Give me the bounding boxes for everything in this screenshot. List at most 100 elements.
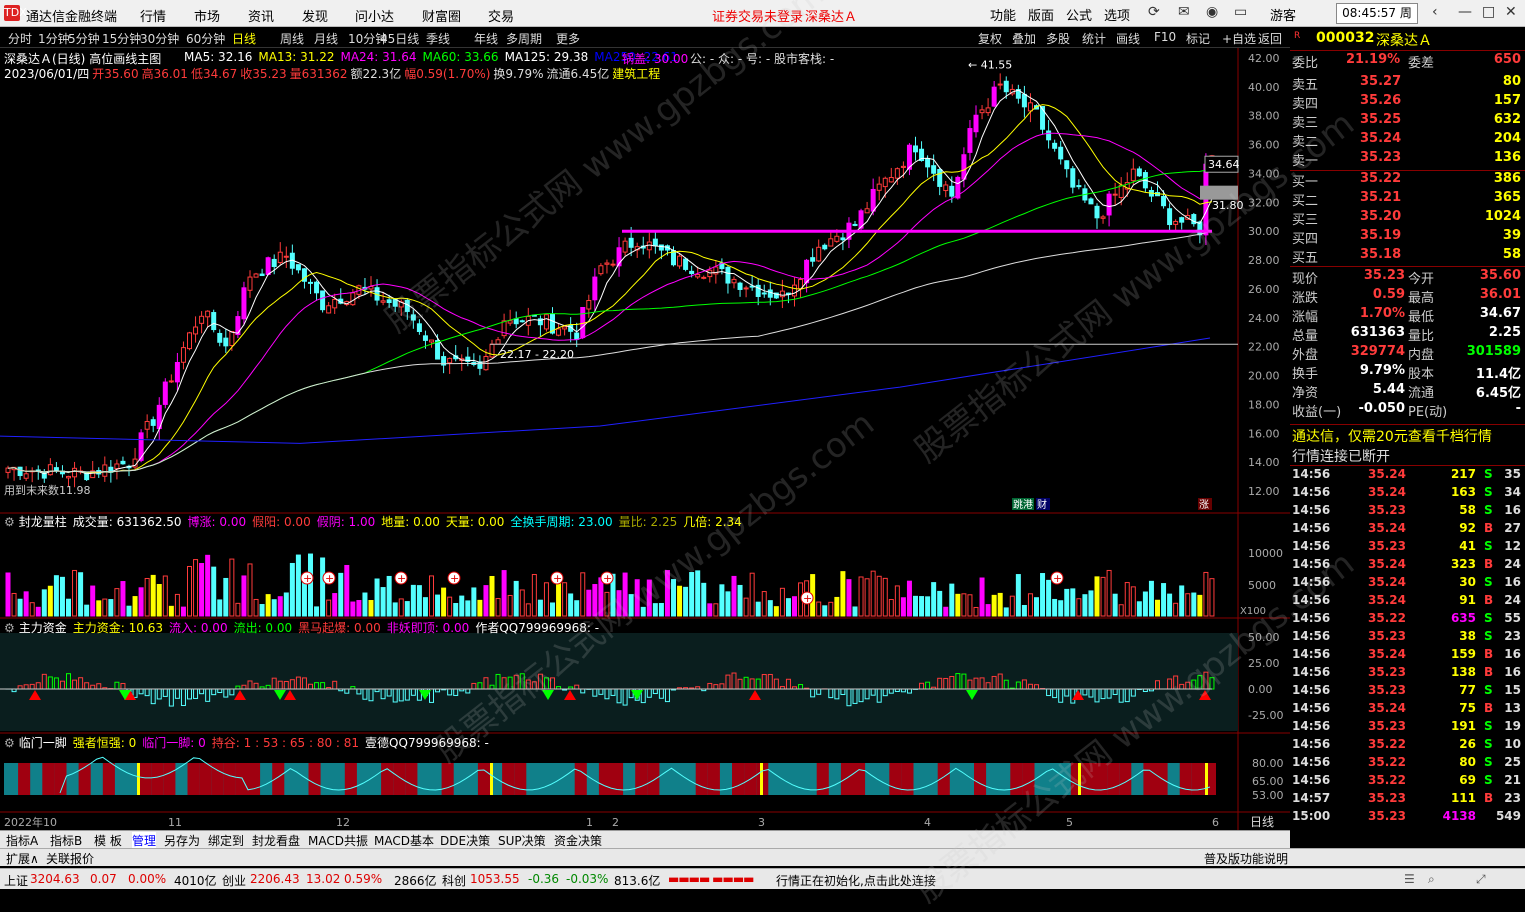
- period-tab[interactable]: 5分钟: [68, 30, 100, 47]
- disconnected-notice: 行情连接已断开: [1290, 446, 1525, 465]
- x-axis-period[interactable]: 日线: [1250, 815, 1274, 829]
- volume-bar: [1204, 572, 1208, 616]
- period-tab[interactable]: 60分钟: [186, 30, 225, 47]
- status-expand-icon[interactable]: ⤢: [1476, 872, 1486, 887]
- tool-button[interactable]: 复权: [978, 30, 1002, 47]
- tick-row: 14:5635.2338S23: [1290, 629, 1525, 647]
- menu-zixun[interactable]: 资讯: [248, 6, 274, 25]
- candle-body: [24, 474, 28, 478]
- tool-button[interactable]: 叠加: [1012, 30, 1036, 47]
- period-tab[interactable]: 45日线: [380, 30, 419, 47]
- panel-settings-icon[interactable]: ⚙: [4, 736, 15, 750]
- period-tab[interactable]: 30分钟: [140, 30, 179, 47]
- plus-marker-icon: +: [551, 572, 563, 585]
- price-tick-label: 16.00: [1248, 427, 1280, 440]
- indicator-tab[interactable]: 管理: [132, 832, 156, 849]
- period-tab[interactable]: 15分钟: [102, 30, 141, 47]
- candle-body: [284, 256, 288, 257]
- bid-row: 买四35.1939: [1290, 228, 1525, 247]
- volume-bar: [992, 595, 996, 616]
- foot-block: [188, 763, 200, 795]
- tool-button[interactable]: 返回: [1258, 30, 1282, 47]
- menu-hangqing[interactable]: 行情: [140, 6, 166, 25]
- menu-banmian[interactable]: 版面: [1028, 5, 1054, 24]
- menu-gongneng[interactable]: 功能: [990, 5, 1016, 24]
- period-tab[interactable]: 1分钟: [38, 30, 70, 47]
- panel-settings-icon[interactable]: ⚙: [4, 621, 15, 635]
- close-icon[interactable]: ✕: [1505, 4, 1517, 20]
- candle-body: [938, 170, 942, 187]
- back-icon[interactable]: ‹: [1432, 4, 1438, 20]
- menu-wenxiaoda[interactable]: 问小达: [355, 6, 394, 25]
- status-search-icon[interactable]: ⌕: [1428, 872, 1435, 887]
- related-quote-button[interactable]: 关联报价: [46, 850, 94, 867]
- period-tab[interactable]: 年线: [474, 30, 498, 47]
- indicator-tab[interactable]: MACD基本: [374, 832, 434, 849]
- tool-button[interactable]: 多股: [1046, 30, 1070, 47]
- indicator-tab[interactable]: 指标B: [50, 832, 82, 849]
- candle-body: [260, 274, 264, 275]
- flag-text: 财: [1037, 498, 1047, 511]
- status-kc-a: 813.6亿: [614, 872, 660, 889]
- status-kc-c: -0.36: [528, 872, 559, 886]
- screen-icon[interactable]: ▭: [1234, 4, 1247, 20]
- volume-bar: [823, 606, 827, 616]
- tool-button[interactable]: 画线: [1116, 30, 1140, 47]
- candle-body: [944, 185, 948, 191]
- indicator-tab[interactable]: 封龙看盘: [252, 832, 300, 849]
- period-tab[interactable]: 季线: [426, 30, 450, 47]
- indicator-tab[interactable]: DDE决策: [440, 832, 490, 849]
- candle-body: [732, 279, 736, 282]
- quote-divider: [1290, 170, 1525, 171]
- indicator-tab[interactable]: 绑定到: [208, 832, 244, 849]
- record-icon[interactable]: ◉: [1206, 4, 1218, 20]
- menu-caifuquan[interactable]: 财富圈: [422, 6, 461, 25]
- edition-info-link[interactable]: 普及版功能说明: [1204, 850, 1288, 867]
- indicator-tab[interactable]: 指标A: [6, 832, 38, 849]
- menu-gongshi[interactable]: 公式: [1066, 5, 1092, 24]
- indicator-tab[interactable]: 资金决策: [554, 832, 602, 849]
- indicator-tab[interactable]: 模 板: [94, 832, 122, 849]
- refresh-icon[interactable]: ⟳: [1148, 4, 1160, 20]
- ad-banner[interactable]: 通达信，仅需20元查看千档行情: [1290, 426, 1525, 445]
- foot-block: [817, 763, 829, 795]
- volume-bar: [526, 604, 530, 616]
- candle-body: [1047, 131, 1051, 140]
- candle-body: [914, 146, 918, 152]
- period-tab[interactable]: 月线: [314, 30, 338, 47]
- tool-button[interactable]: 统计: [1082, 30, 1106, 47]
- status-bar: 上证3204.630.070.00%4010亿创业2206.4313.020.5…: [0, 868, 1525, 889]
- volume-bar: [865, 579, 869, 616]
- indicator-tab[interactable]: MACD共振: [308, 832, 368, 849]
- expand-button[interactable]: 扩展∧: [6, 850, 39, 867]
- user-label[interactable]: 游客: [1270, 5, 1296, 24]
- candle-body: [1107, 194, 1111, 215]
- period-tab[interactable]: 更多: [556, 30, 580, 47]
- period-tab[interactable]: 多周期: [506, 30, 542, 47]
- menu-xuanxiang[interactable]: 选项: [1104, 5, 1130, 24]
- maximize-icon[interactable]: □: [1482, 4, 1495, 20]
- period-tab[interactable]: 周线: [280, 30, 304, 47]
- menu-faxian[interactable]: 发现: [302, 6, 328, 25]
- volume-bar: [871, 571, 875, 616]
- panel-settings-icon[interactable]: ⚙: [4, 515, 15, 529]
- volume-bar: [417, 586, 421, 616]
- menu-shichang[interactable]: 市场: [194, 6, 220, 25]
- tool-button[interactable]: F10: [1154, 30, 1176, 44]
- period-tab[interactable]: 日线: [232, 30, 256, 47]
- volume-bar: [720, 585, 724, 616]
- menu-jiaoyi[interactable]: 交易: [488, 6, 514, 25]
- period-tab[interactable]: 分时: [8, 30, 32, 47]
- message-icon[interactable]: ✉: [1178, 4, 1190, 20]
- indicator-tab[interactable]: SUP决策: [498, 832, 546, 849]
- minimize-icon[interactable]: —: [1458, 4, 1472, 20]
- status-kc-p: -0.03%: [566, 872, 608, 886]
- candle-body: [200, 316, 204, 323]
- tool-button[interactable]: +自选: [1222, 30, 1256, 47]
- chart-area[interactable]: 42.0040.0038.0036.0034.0032.0030.0028.00…: [0, 48, 1290, 830]
- status-menu-icon[interactable]: ☰: [1404, 872, 1415, 886]
- candle-body: [248, 277, 252, 290]
- tool-button[interactable]: 标记: [1186, 30, 1210, 47]
- indicator-tab[interactable]: 另存为: [164, 832, 200, 849]
- volume-bar: [859, 577, 863, 616]
